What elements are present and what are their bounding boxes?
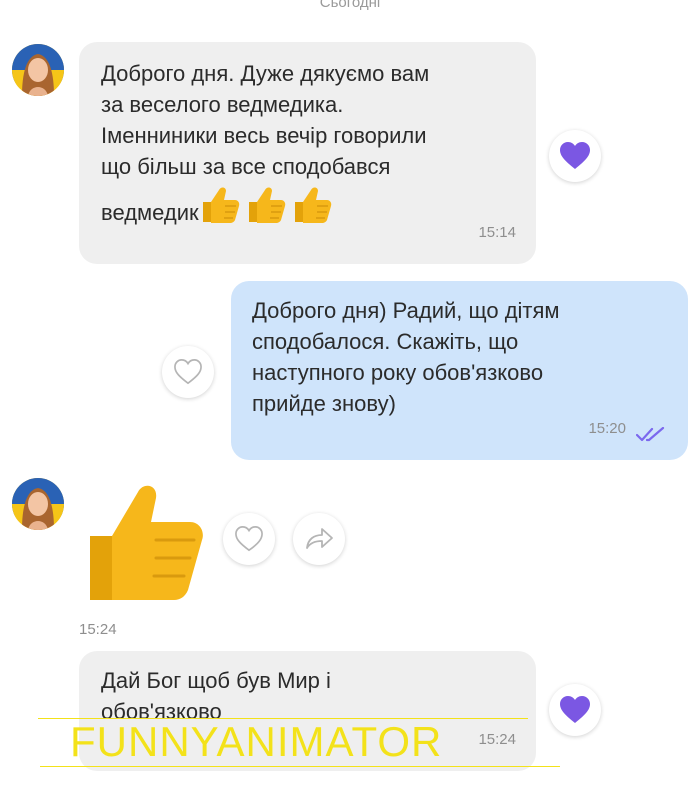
- message-bubble-outgoing[interactable]: Доброго дня) Радий, що дітям сподобалося…: [231, 281, 688, 460]
- heart-outline-icon: [235, 526, 263, 552]
- like-button[interactable]: [162, 346, 214, 398]
- share-arrow-icon: [306, 528, 333, 549]
- message-time: 15:24: [79, 621, 117, 638]
- like-button[interactable]: [549, 130, 601, 182]
- forward-button[interactable]: [293, 513, 345, 565]
- message-text: Дай Бог щоб був Мир і обов'язково: [101, 668, 331, 724]
- heart-filled-icon: [560, 696, 590, 723]
- avatar[interactable]: [12, 44, 64, 96]
- thumbs-up-sticker-icon[interactable]: [86, 478, 206, 611]
- heart-filled-icon: [560, 142, 590, 169]
- message-time: 15:20: [588, 420, 626, 437]
- read-double-check-icon: [636, 427, 665, 442]
- heart-outline-icon: [174, 359, 202, 385]
- message-bubble-incoming[interactable]: Доброго дня. Дуже дякуємо вам за веселог…: [79, 42, 536, 264]
- like-button[interactable]: [223, 513, 275, 565]
- message-text: Доброго дня) Радий, що дітям сподобалося…: [252, 298, 560, 416]
- date-separator: Сьогодні: [319, 0, 381, 11]
- watermark: FUNNYANIMATOR: [70, 718, 443, 765]
- like-button[interactable]: [549, 684, 601, 736]
- watermark-line: [40, 766, 560, 767]
- message-time: 15:14: [478, 224, 516, 241]
- thumbs-up-emoji-icon: [199, 182, 337, 234]
- avatar[interactable]: [12, 478, 64, 530]
